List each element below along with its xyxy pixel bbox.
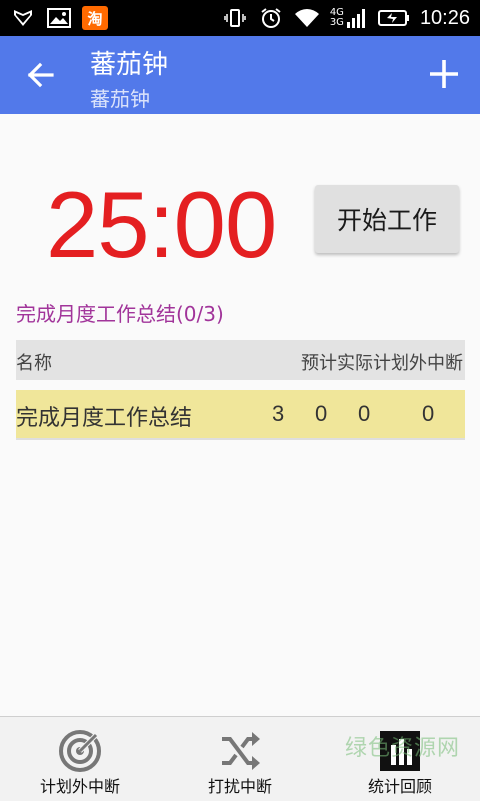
stats-review-label: 统计回顾 xyxy=(367,777,432,796)
start-work-button[interactable]: 开始工作 xyxy=(315,185,459,253)
disturb-interrupt-label: 打扰中断 xyxy=(207,777,272,796)
row-estimated: 3 xyxy=(272,401,285,426)
taobao-icon: 淘 xyxy=(82,6,108,30)
unplanned-interrupt-button[interactable]: 计划外中断 xyxy=(0,717,160,801)
arrow-left-icon xyxy=(27,62,54,88)
network-3g: 3G xyxy=(329,17,344,28)
header-columns: 预计 实际 计划外 中断 xyxy=(301,349,463,375)
table-row[interactable]: 完成月度工作总结 3 0 0 0 xyxy=(16,390,465,440)
alarm-icon xyxy=(258,8,284,28)
header-actual: 实际 xyxy=(337,353,373,374)
wifi-icon xyxy=(294,8,320,28)
table-header: 名称 预计 实际 计划外 中断 xyxy=(16,340,465,380)
row-actual: 0 xyxy=(315,401,328,426)
app-bar: 蕃茄钟 蕃茄钟 xyxy=(0,36,480,114)
header-estimated: 预计 xyxy=(301,353,337,374)
unplanned-interrupt-label: 计划外中断 xyxy=(39,777,120,796)
header-unplanned: 计划外 xyxy=(373,353,427,374)
status-bar-left: 淘 xyxy=(10,6,108,30)
header-interrupt: 中断 xyxy=(427,353,463,374)
row-task-name: 完成月度工作总结 xyxy=(16,406,193,431)
status-bar-right: 4G 3G 10:26 xyxy=(222,7,470,30)
shuffle-icon xyxy=(222,732,260,770)
battery-icon xyxy=(377,8,410,28)
disturb-interrupt-button[interactable]: 打扰中断 xyxy=(160,717,320,801)
signal-icon: 4G 3G xyxy=(330,7,368,29)
vibrate-icon xyxy=(222,8,248,28)
page-subtitle: 蕃茄钟 xyxy=(90,87,150,111)
back-button[interactable] xyxy=(24,58,58,92)
target-icon xyxy=(59,730,101,772)
image-icon xyxy=(46,8,72,28)
row-unplanned: 0 xyxy=(358,401,371,426)
status-bar: 淘 4G 3G 10:26 xyxy=(0,0,480,36)
timer-display: 25:00 xyxy=(46,172,277,277)
status-time: 10:26 xyxy=(419,6,470,29)
task-table: 名称 预计 实际 计划外 中断 完成月度工作总结 3 0 0 0 xyxy=(16,340,465,440)
page-title: 蕃茄钟 xyxy=(90,50,169,80)
header-name: 名称 xyxy=(16,353,52,374)
task-heading: 完成月度工作总结(0/3) xyxy=(16,302,224,326)
shield-icon xyxy=(10,8,36,28)
watermark: 绿色资源网 xyxy=(344,736,460,761)
row-interrupt: 0 xyxy=(422,401,435,426)
add-button[interactable] xyxy=(426,56,462,92)
plus-icon xyxy=(430,60,458,88)
